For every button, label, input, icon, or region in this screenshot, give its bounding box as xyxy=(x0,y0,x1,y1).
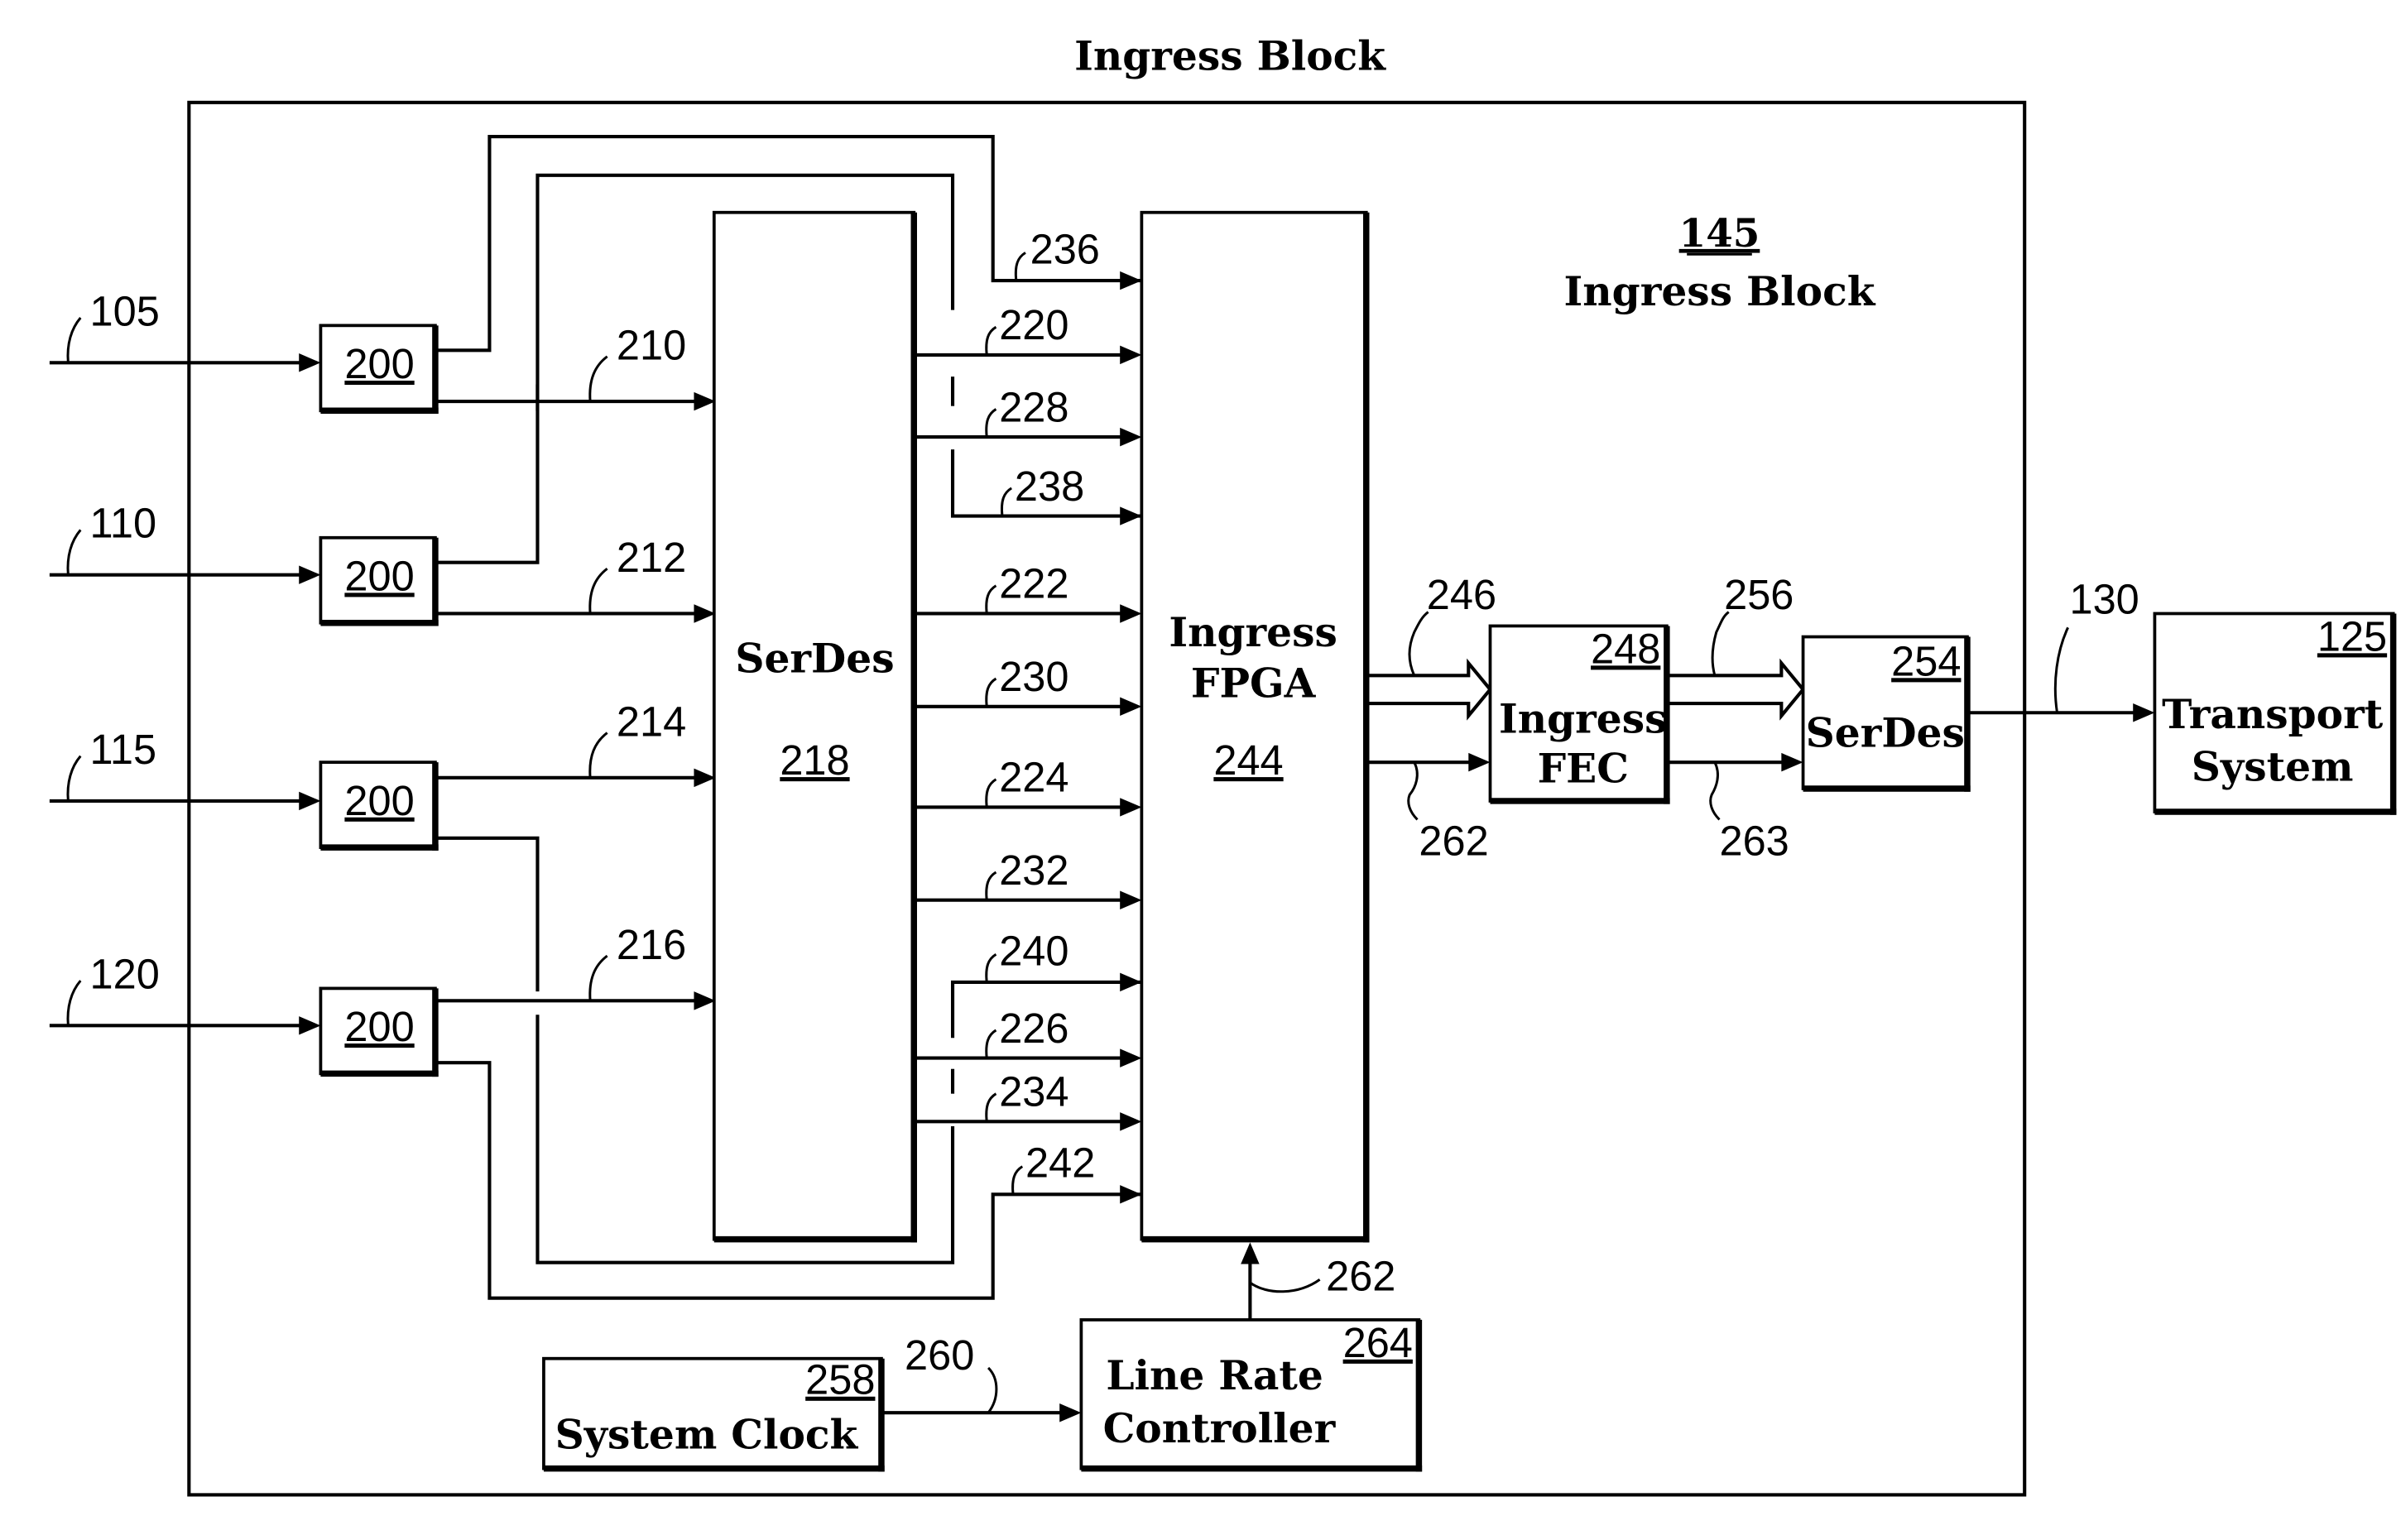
link-ref-212: 212 xyxy=(617,534,686,581)
transport-system-125-block[interactable]: 125 Transport System xyxy=(2153,612,2397,815)
ingress-fec-248-block[interactable]: 248 Ingress FEC xyxy=(1488,624,1670,804)
serdes-218-block[interactable]: SerDes 218 xyxy=(712,210,917,1243)
line-rate-controller-264-block[interactable]: 264 Line Rate Controller xyxy=(1079,1318,1423,1472)
serdes-254-ref: 254 xyxy=(1891,637,1961,684)
output-link-130 xyxy=(1966,626,2155,722)
output-ref-130: 130 xyxy=(2069,575,2139,622)
link-ref-216: 216 xyxy=(617,921,686,968)
rate-ctrl-link-262 xyxy=(1241,1242,1321,1320)
fpga-input-ref-232: 232 xyxy=(999,847,1068,894)
fpga-input-ref-226: 226 xyxy=(999,1005,1068,1052)
transport-label-line2: System xyxy=(2192,744,2354,791)
fpga-bus-ref-246: 246 xyxy=(1427,571,1496,618)
fpga-input-ref-240: 240 xyxy=(999,927,1068,974)
input-module-4[interactable]: 200 xyxy=(319,986,439,1077)
fpga-input-ref-242: 242 xyxy=(1025,1139,1095,1187)
fec-bus-ref-256: 256 xyxy=(1724,571,1794,618)
fpga-input-ref-234: 234 xyxy=(999,1068,1068,1115)
rate-ctrl-ref-262: 262 xyxy=(1326,1252,1395,1299)
fec-ref: 248 xyxy=(1591,625,1660,672)
ingress-fpga-244-block[interactable]: Ingress FPGA 244 xyxy=(1140,210,1370,1243)
fec-ctrl-ref-263: 263 xyxy=(1719,817,1789,864)
fpga-input-ref-224: 224 xyxy=(999,754,1068,801)
module-ref: 200 xyxy=(344,1003,414,1050)
fpga-input-ref-230: 230 xyxy=(999,653,1068,700)
fec-label-line2: FEC xyxy=(1538,745,1629,792)
fec-label-line1: Ingress xyxy=(1499,696,1668,743)
link-ref-214: 214 xyxy=(617,698,686,745)
serdes-218-label: SerDes xyxy=(735,636,894,683)
input-ref-110: 110 xyxy=(90,500,157,547)
fpga-input-ref-236: 236 xyxy=(1030,225,1100,272)
diagram-title: Ingress Block xyxy=(1074,33,1386,80)
fpga-ctrl-ref-262: 262 xyxy=(1419,817,1488,864)
fpga-input-ref-222: 222 xyxy=(999,560,1068,607)
module-ref: 200 xyxy=(344,552,414,599)
outer-block-ref: 145 xyxy=(1679,211,1760,257)
input-ref-105: 105 xyxy=(90,287,160,334)
input-module-1[interactable]: 200 xyxy=(319,324,439,415)
serdes-218-ref: 218 xyxy=(780,736,849,784)
fpga-label-line1: Ingress xyxy=(1169,609,1337,656)
clock-ref-260: 260 xyxy=(905,1331,974,1379)
fec-to-serdes-links xyxy=(1666,611,1806,821)
system-clock-ref: 258 xyxy=(805,1356,875,1403)
module-ref: 200 xyxy=(344,777,414,824)
serdes-254-block[interactable]: 254 SerDes xyxy=(1801,635,1971,792)
input-module-3[interactable]: 200 xyxy=(319,760,439,851)
fpga-input-ref-220: 220 xyxy=(999,301,1068,348)
module-ref: 200 xyxy=(344,340,414,387)
fpga-to-fec-links xyxy=(1366,611,1493,821)
fpga-input-ref-228: 228 xyxy=(999,383,1068,430)
fpga-ref: 244 xyxy=(1213,736,1283,784)
serdes-254-label: SerDes xyxy=(1806,709,1965,756)
outer-block-title: Ingress Block xyxy=(1564,268,1876,315)
input-ref-120: 120 xyxy=(90,950,160,997)
line-rate-label-line1: Line Rate xyxy=(1106,1352,1323,1399)
transport-ref: 125 xyxy=(2317,612,2387,660)
link-ref-210: 210 xyxy=(617,322,686,369)
fpga-input-ref-238: 238 xyxy=(1015,463,1084,510)
system-clock-label: System Clock xyxy=(555,1411,859,1458)
input-ref-115: 115 xyxy=(90,726,157,773)
input-lines xyxy=(49,317,321,1035)
system-clock-258-block[interactable]: 258 System Clock xyxy=(542,1356,885,1472)
ingress-block-diagram: Ingress Block 145 Ingress Block 105 110 … xyxy=(49,33,2397,1497)
fpga-label-line2: FPGA xyxy=(1191,660,1317,708)
outer-block-label: 145 Ingress Block xyxy=(1564,211,1876,315)
line-rate-label-line2: Controller xyxy=(1103,1405,1337,1452)
line-rate-ref: 264 xyxy=(1343,1319,1413,1366)
transport-label-line1: Transport xyxy=(2162,691,2384,738)
input-module-2[interactable]: 200 xyxy=(319,535,439,626)
module-to-serdes-lines xyxy=(435,355,716,1010)
